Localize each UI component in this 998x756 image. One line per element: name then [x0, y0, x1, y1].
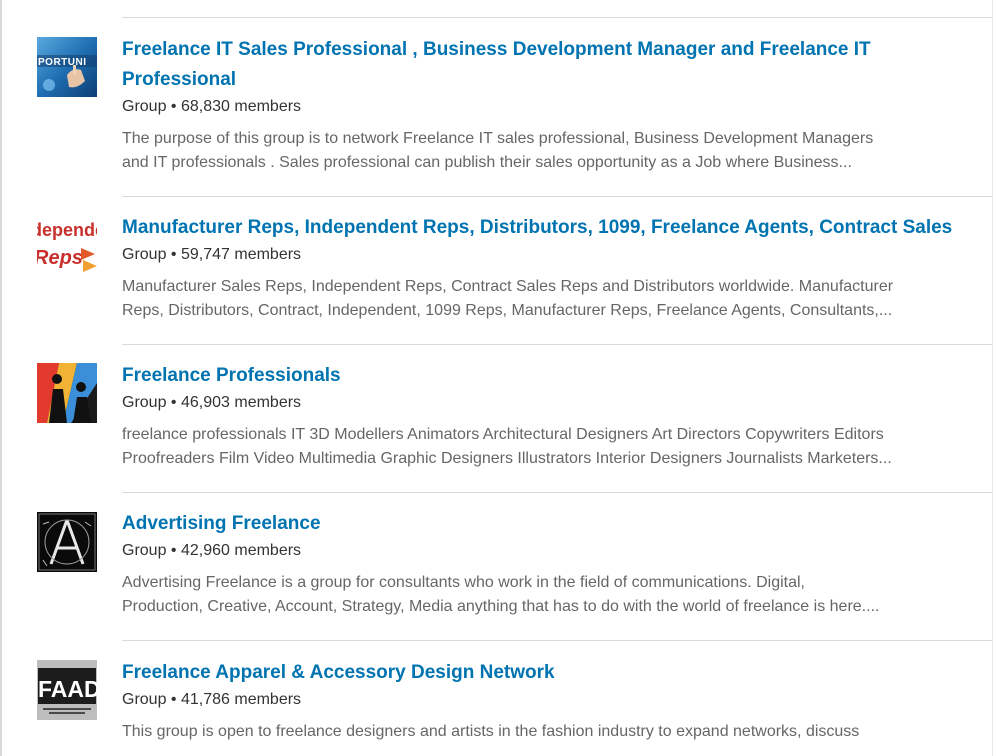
bullet-separator: • — [170, 246, 177, 263]
group-logo-text: depende — [37, 220, 97, 240]
description-line: Advertising Freelance is a group for con… — [122, 574, 805, 591]
panel-left-border — [0, 0, 2, 756]
group-meta: Group • 59,747 members — [122, 244, 962, 266]
group-type: Group — [122, 542, 167, 559]
group-title-link[interactable]: Manufacturer Reps, Independent Reps, Dis… — [122, 213, 962, 243]
group-logo-image: FAAD — [37, 660, 97, 720]
group-title-link[interactable]: Advertising Freelance — [122, 509, 962, 539]
group-description: The purpose of this group is to network … — [122, 127, 962, 175]
group-title-link[interactable]: Freelance Professionals — [122, 361, 962, 391]
divider — [122, 17, 992, 18]
group-type: Group — [122, 246, 167, 263]
group-description: Manufacturer Sales Reps, Independent Rep… — [122, 275, 962, 323]
bullet-separator: • — [170, 394, 177, 411]
group-title-link[interactable]: Freelance Apparel & Accessory Design Net… — [122, 658, 962, 688]
member-count: 68,830 members — [180, 98, 302, 115]
group-logo-image: depende Reps — [37, 214, 97, 274]
group-type: Group — [122, 394, 167, 411]
group-meta: Group • 42,960 members — [122, 540, 962, 562]
group-logo-image — [37, 363, 97, 423]
member-count: 41,786 members — [180, 691, 302, 708]
divider — [122, 492, 992, 493]
divider — [122, 640, 992, 641]
member-count: 59,747 members — [180, 246, 302, 263]
group-logo-text: FAAD — [38, 676, 97, 702]
member-count: 42,960 members — [180, 542, 302, 559]
divider — [122, 196, 992, 197]
description-line: This group is open to freelance designer… — [122, 723, 860, 740]
divider — [122, 344, 992, 345]
group-logo-text: Reps — [37, 247, 83, 269]
description-line: The purpose of this group is to network … — [122, 130, 874, 147]
bullet-separator: • — [170, 691, 177, 708]
description-line: freelance professionals IT 3D Modellers … — [122, 426, 884, 443]
description-line: and IT professionals . Sales professiona… — [122, 154, 852, 171]
group-logo-image: PORTUNI — [37, 37, 97, 97]
description-line: Manufacturer Sales Reps, Independent Rep… — [122, 278, 894, 295]
group-title-link[interactable]: Freelance IT Sales Professional , Busine… — [122, 35, 962, 95]
description-line: Reps, Distributors, Contract, Independen… — [122, 302, 893, 319]
group-type: Group — [122, 691, 167, 708]
group-meta: Group • 68,830 members — [122, 96, 962, 118]
group-logo-text: PORTUNI — [38, 57, 87, 68]
group-type: Group — [122, 98, 167, 115]
bullet-separator: • — [170, 98, 177, 115]
panel-right-border — [992, 0, 993, 756]
bullet-separator: • — [170, 542, 177, 559]
group-meta: Group • 46,903 members — [122, 392, 962, 414]
group-description: This group is open to freelance designer… — [122, 720, 962, 744]
group-logo-image — [37, 512, 97, 572]
description-line: Production, Creative, Account, Strategy,… — [122, 598, 880, 615]
group-logo[interactable]: PORTUNI — [37, 37, 97, 97]
group-logo[interactable]: depende Reps — [37, 214, 97, 274]
group-description: freelance professionals IT 3D Modellers … — [122, 423, 962, 471]
search-results-panel: PORTUNI Freelance IT Sales Professional … — [0, 0, 998, 756]
group-description: Advertising Freelance is a group for con… — [122, 571, 962, 619]
group-logo[interactable] — [37, 363, 97, 423]
group-logo[interactable]: FAAD — [37, 660, 97, 720]
group-logo[interactable] — [37, 512, 97, 572]
member-count: 46,903 members — [180, 394, 302, 411]
group-meta: Group • 41,786 members — [122, 689, 962, 711]
description-line: Proofreaders Film Video Multimedia Graph… — [122, 450, 892, 467]
